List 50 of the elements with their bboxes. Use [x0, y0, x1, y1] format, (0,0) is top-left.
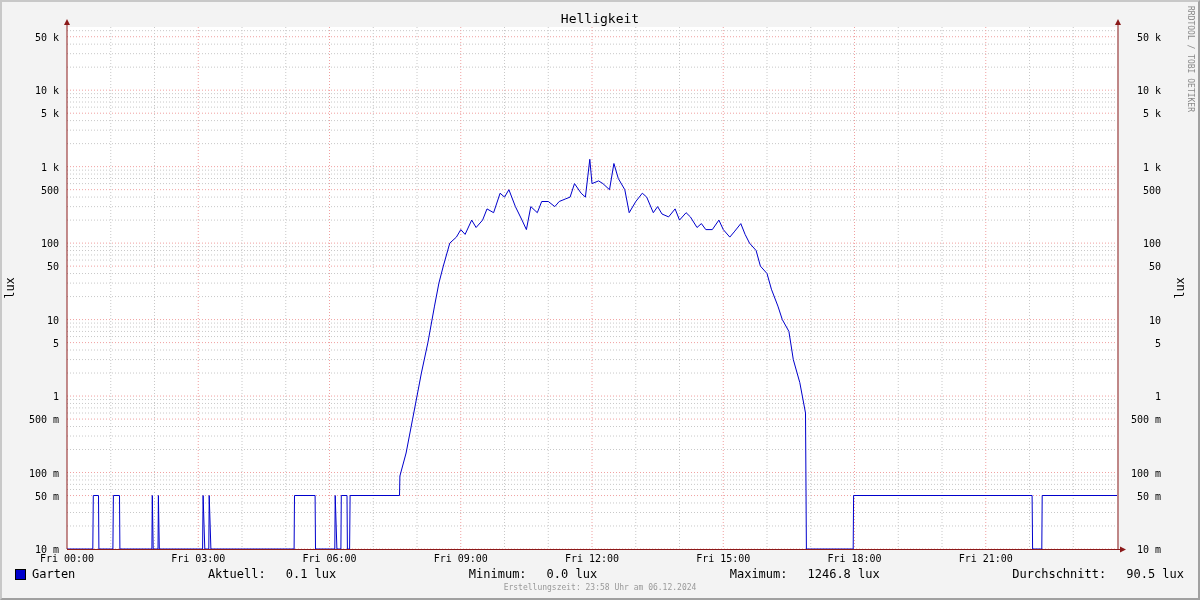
- y-tick-label: 1 k: [1142, 161, 1161, 173]
- y-axis-label: lux: [1173, 277, 1187, 299]
- y-tick-label: 5: [1154, 337, 1161, 349]
- stat-label: Minimum:: [468, 567, 527, 581]
- x-tick-label: Fri 06:00: [302, 553, 357, 564]
- y-tick-label: 100 m: [1130, 467, 1161, 479]
- creation-time-text: Erstellungszeit: 23:58 Uhr am 06.12.2024: [502, 583, 698, 592]
- y-tick-label: 10: [46, 314, 59, 326]
- x-tick-label: Fri 21:00: [958, 553, 1013, 564]
- stat-value: 90.5 lux: [1126, 567, 1184, 581]
- x-tick-label: Fri 15:00: [696, 553, 751, 564]
- y-tick-label: 500 m: [1130, 414, 1161, 426]
- y-tick-label: 10 k: [1136, 85, 1161, 97]
- y-tick-label: 100: [40, 238, 59, 250]
- y-tick-label: 500: [40, 184, 59, 196]
- stat-value: 0.1 lux: [285, 567, 337, 581]
- y-tick-label: 50: [46, 261, 59, 273]
- watermark-text: RRDTOOL / TOBI OETIKER: [1186, 6, 1195, 112]
- x-tick-label: Fri 09:00: [433, 553, 488, 564]
- y-tick-label: 50 k: [1136, 31, 1161, 43]
- y-tick-label: 1: [1154, 391, 1161, 403]
- stat-label: Durchschnitt:: [1012, 567, 1107, 581]
- y-tick-label: 50 m: [1136, 490, 1161, 502]
- y-tick-label: 100 m: [28, 467, 59, 479]
- y-tick-label: 5 k: [40, 108, 59, 120]
- x-tick-label: Fri 18:00: [827, 553, 882, 564]
- y-tick-label: 1 k: [40, 161, 59, 173]
- y-tick-label: 500 m: [28, 414, 59, 426]
- stat-value: 1246.8 lux: [807, 567, 880, 581]
- stat-label: Maximum:: [729, 567, 788, 581]
- x-tick-label: Fri 12:00: [564, 553, 620, 564]
- y-tick-label: 500: [1142, 184, 1161, 196]
- y-tick-label: 5: [52, 337, 59, 349]
- y-tick-label: 10: [1148, 314, 1161, 326]
- x-tick-label: Fri 03:00: [171, 553, 226, 564]
- y-tick-label: 5 k: [1142, 108, 1161, 120]
- y-tick-label: 50 k: [34, 31, 59, 43]
- y-tick-label: 1: [52, 391, 59, 403]
- y-axis-label: lux: [3, 277, 17, 299]
- stat-label: Aktuell:: [207, 567, 266, 581]
- chart-title: Helligkeit: [560, 11, 640, 26]
- y-tick-label: 10 m: [34, 544, 59, 555]
- y-tick-label: 10 k: [34, 85, 59, 97]
- x-tick-label: Fri 00:00: [39, 553, 95, 564]
- y-tick-label: 50 m: [34, 490, 59, 502]
- stat-value: 0.0 lux: [546, 567, 598, 581]
- y-tick-label: 100: [1142, 238, 1161, 250]
- legend-label: Garten: [32, 567, 76, 581]
- y-tick-label: 50: [1148, 261, 1161, 273]
- y-tick-label: 10 m: [1136, 544, 1161, 555]
